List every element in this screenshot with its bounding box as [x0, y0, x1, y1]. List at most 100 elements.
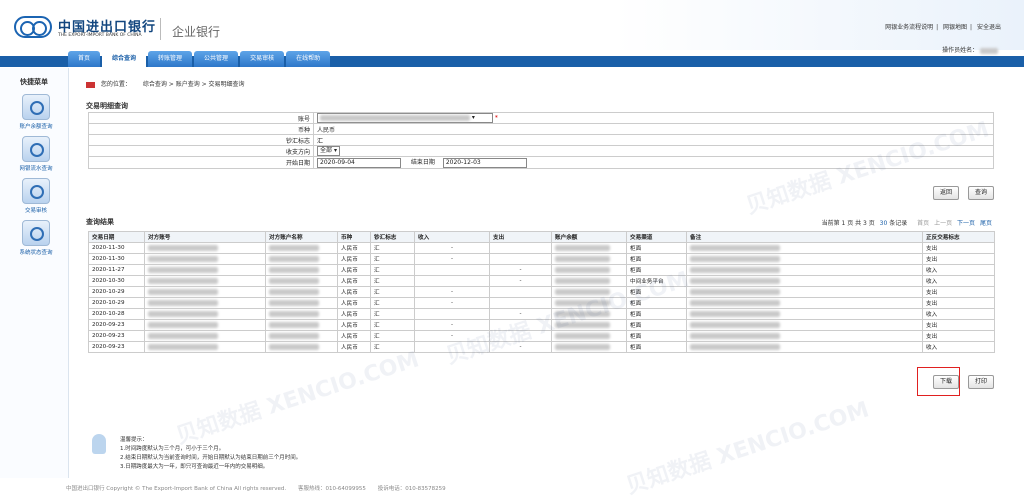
quick-transaction-review[interactable]: 交易审核	[14, 178, 58, 214]
cell-channel: 柜面	[626, 330, 687, 342]
cell-channel: 柜面	[626, 341, 687, 353]
operator-info: 操作员姓名：	[942, 45, 998, 54]
logout-link[interactable]: 安全退出	[977, 24, 1001, 31]
cell-cash: 汇	[370, 264, 415, 276]
col-counter-account: 对方账号	[144, 231, 266, 243]
cell-flag: 支出	[922, 286, 995, 298]
table-row: 2020-10-30 人民币汇 - 中间业务平台 收入	[88, 275, 995, 287]
redacted-value	[690, 321, 780, 328]
redacted-value	[269, 332, 319, 339]
lightbulb-icon	[92, 434, 106, 454]
table-row: 2020-10-29 人民币汇 - 柜面 支出	[88, 286, 995, 298]
quick-flow-query[interactable]: 网银流水查询	[14, 136, 58, 172]
start-date-label: 开始日期	[88, 156, 314, 169]
redacted-value	[269, 321, 319, 328]
quick-balance-label: 账户余额查询	[19, 124, 53, 130]
clock-icon	[22, 220, 50, 246]
direction-label: 收支方向	[88, 145, 314, 157]
cell-income: -	[414, 286, 490, 298]
redacted-value	[269, 255, 319, 262]
cell-currency: 人民币	[337, 330, 371, 342]
quick-balance-query[interactable]: 账户余额查询	[14, 94, 58, 130]
account-label: 账号	[88, 112, 314, 124]
next-page-link[interactable]: 下一页	[957, 220, 975, 227]
query-button[interactable]: 查询	[968, 186, 995, 200]
flow-query-icon	[22, 136, 50, 162]
col-expense: 支出	[489, 231, 552, 243]
tab-online-help[interactable]: 在线帮助	[286, 51, 331, 67]
redacted-cell	[686, 275, 923, 287]
redacted-value	[690, 277, 780, 284]
cell-cash: 汇	[370, 286, 415, 298]
col-cash: 钞汇标志	[370, 231, 415, 243]
currency-label: 币种	[88, 123, 314, 135]
cell-date: 2020-10-29	[88, 286, 145, 298]
table-row: 2020-11-30 人民币汇 - 柜面 支出	[88, 253, 995, 265]
header-divider	[160, 18, 161, 40]
quick-system-status[interactable]: 系统状态查询	[14, 220, 58, 256]
redacted-cell	[686, 341, 923, 353]
account-cell: ▾ *	[313, 112, 994, 124]
redacted-cell	[686, 308, 923, 320]
redacted-cell	[144, 242, 266, 254]
quick-status-label: 系统状态查询	[19, 250, 53, 256]
return-button[interactable]: 返回	[933, 186, 960, 200]
watermark: 贝知数据 XENCIO.COM	[173, 347, 423, 450]
currency-value: 人民币	[313, 123, 994, 135]
cell-currency: 人民币	[337, 264, 371, 276]
redacted-value	[148, 288, 218, 295]
redacted-value	[690, 288, 780, 295]
account-select[interactable]: ▾	[317, 113, 493, 123]
cell-flag: 收入	[922, 341, 995, 353]
cell-date: 2020-09-23	[88, 341, 145, 353]
tab-transaction-review[interactable]: 交易审核	[240, 51, 285, 67]
cell-income: -	[414, 242, 490, 254]
bank-name-en: THE EXPORT-IMPORT BANK OF CHINA	[58, 33, 142, 38]
col-counter-name: 对方账户名称	[265, 231, 338, 243]
redacted-cell	[265, 275, 338, 287]
cell-date: 2020-11-30	[88, 253, 145, 265]
tips-panel: 温馨提示： 1.时间跨度默认为三个月，可小于三个月。 2.结束日期默认为当前查询…	[120, 436, 301, 472]
tip-line: 3.日期跨度最大为一年，即只可查询最近一年内的交易明细。	[120, 464, 269, 470]
cell-flag: 收入	[922, 308, 995, 320]
results-header-row: 交易日期 对方账号 对方账户名称 币种 钞汇标志 收入 支出 账户余额 交易渠道…	[88, 231, 995, 243]
hotline-number: 010-64099955	[325, 486, 366, 492]
site-map-link[interactable]: 网银地图	[943, 24, 967, 31]
breadcrumb-path: 综合查询 > 账户查询 > 交易明细查询	[142, 81, 245, 88]
tab-transfer[interactable]: 转账管理	[148, 51, 193, 67]
fax-number: 010-83578259	[405, 486, 446, 492]
prev-page-link[interactable]: 上一页	[934, 220, 952, 227]
process-guide-link[interactable]: 网银业务流程说明	[885, 24, 933, 31]
cell-expense	[489, 286, 552, 298]
cell-date: 2020-10-28	[88, 308, 145, 320]
redacted-value	[690, 332, 780, 339]
redacted-cell	[686, 242, 923, 254]
location-icon	[86, 81, 95, 88]
end-date-input[interactable]: 2020-12-03	[442, 157, 527, 168]
redacted-value	[269, 266, 319, 273]
redacted-value	[148, 310, 218, 317]
redacted-value	[148, 343, 218, 350]
operator-label: 操作员姓名：	[942, 47, 979, 54]
cell-flag: 支出	[922, 319, 995, 331]
start-date-input[interactable]: 2020-09-04	[317, 157, 401, 168]
tab-home[interactable]: 首页	[68, 51, 101, 67]
redacted-cell	[265, 242, 338, 254]
footer: 中国进出口银行 Copyright © The Export-Import Ba…	[66, 484, 446, 492]
direction-select[interactable]: 全部 ▾	[317, 146, 340, 156]
cell-expense	[489, 253, 552, 265]
tab-general-query[interactable]: 综合查询	[102, 51, 147, 67]
print-button[interactable]: 打印	[968, 375, 995, 389]
cell-channel: 柜面	[626, 319, 687, 331]
tab-public-management[interactable]: 公共管理	[194, 51, 239, 67]
cell-date: 2020-09-23	[88, 319, 145, 331]
breadcrumb-label: 您的位置：	[100, 81, 131, 88]
redacted-value	[690, 343, 780, 350]
first-page-link[interactable]: 首页	[917, 220, 929, 227]
col-income: 收入	[414, 231, 490, 243]
col-channel: 交易渠道	[626, 231, 687, 243]
redacted-value	[148, 244, 218, 251]
cell-currency: 人民币	[337, 275, 371, 287]
redacted-value	[555, 255, 610, 262]
last-page-link[interactable]: 尾页	[980, 220, 992, 227]
